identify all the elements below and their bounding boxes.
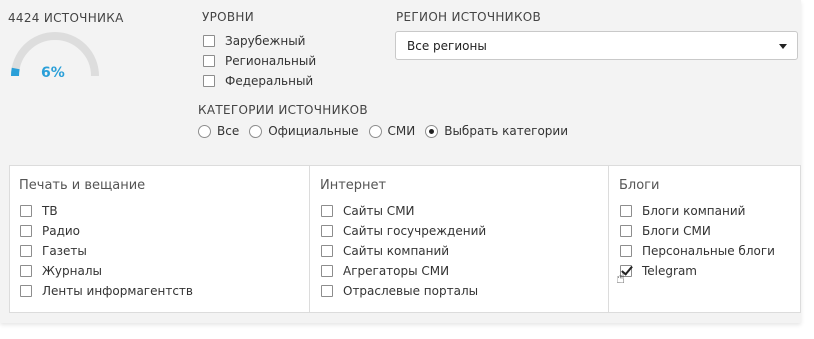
group-print-broadcast-title: Печать и вещание bbox=[19, 178, 146, 193]
radio-all[interactable]: Все bbox=[198, 124, 239, 138]
categories-title: КАТЕГОРИИ ИСТОЧНИКОВ bbox=[198, 103, 368, 117]
checkbox-icon[interactable] bbox=[321, 205, 333, 217]
hand-pointer-icon: ☝ bbox=[616, 269, 626, 287]
caret-down-icon bbox=[779, 44, 787, 49]
group-blogs: Блоги Блоги компаний Блоги СМИ Персональ… bbox=[608, 166, 800, 312]
checkbox-icon[interactable] bbox=[620, 245, 632, 257]
checkbox-icon[interactable] bbox=[203, 75, 215, 87]
radio-media-label: СМИ bbox=[387, 124, 416, 138]
checkbox-icon[interactable] bbox=[321, 245, 333, 257]
radio-icon[interactable] bbox=[198, 124, 211, 138]
radio-all-label: Все bbox=[217, 124, 240, 138]
checkbox-icon[interactable] bbox=[321, 225, 333, 237]
checkbox-icon[interactable] bbox=[203, 35, 215, 47]
category-label: Радио bbox=[42, 224, 81, 238]
category-telegram-checkbox[interactable]: Telegram bbox=[620, 264, 697, 278]
category-aggregators-checkbox[interactable]: Агрегаторы СМИ bbox=[321, 264, 449, 278]
group-blogs-title: Блоги bbox=[619, 178, 660, 193]
category-tv-checkbox[interactable]: ТВ bbox=[20, 204, 58, 218]
category-label: Персональные блоги bbox=[642, 244, 775, 258]
category-label: Сайты госучреждений bbox=[343, 224, 487, 238]
radio-choose-categories[interactable]: Выбрать категории bbox=[425, 124, 568, 138]
checkbox-icon[interactable] bbox=[20, 225, 32, 237]
category-news-agencies-checkbox[interactable]: Ленты информагентств bbox=[20, 284, 193, 298]
category-label: Журналы bbox=[42, 264, 102, 278]
checkbox-icon[interactable] bbox=[20, 265, 32, 277]
group-internet-title: Интернет bbox=[320, 178, 387, 193]
radio-selected-icon[interactable] bbox=[425, 124, 439, 138]
group-print-broadcast: Печать и вещание ТВ Радио Газеты Журналы bbox=[10, 166, 309, 312]
checkbox-icon[interactable] bbox=[20, 205, 32, 217]
radio-official-label: Официальные bbox=[268, 124, 359, 138]
checkbox-icon[interactable] bbox=[203, 55, 215, 67]
checkbox-icon[interactable] bbox=[20, 245, 32, 257]
radio-media[interactable]: СМИ bbox=[368, 124, 416, 138]
checkbox-icon[interactable] bbox=[620, 205, 632, 217]
category-media-blogs-checkbox[interactable]: Блоги СМИ bbox=[620, 224, 711, 238]
category-label: Сайты СМИ bbox=[343, 204, 415, 218]
radio-icon[interactable] bbox=[249, 124, 263, 138]
category-company-sites-checkbox[interactable]: Сайты компаний bbox=[321, 244, 449, 258]
category-company-blogs-checkbox[interactable]: Блоги компаний bbox=[620, 204, 745, 218]
category-label: Ленты информагентств bbox=[42, 284, 193, 298]
level-foreign-checkbox[interactable]: Зарубежный bbox=[203, 34, 305, 48]
category-label: Отраслевые порталы bbox=[343, 284, 479, 298]
source-filter-card: 4424 ИСТОЧНИКА 6% УРОВНИ Зарубежный Реги… bbox=[0, 0, 801, 323]
checkbox-icon[interactable] bbox=[321, 285, 333, 297]
level-federal-label: Федеральный bbox=[225, 74, 314, 88]
levels-title: УРОВНИ bbox=[202, 10, 255, 24]
category-personal-blogs-checkbox[interactable]: Персональные блоги bbox=[620, 244, 775, 258]
category-industry-portals-checkbox[interactable]: Отраслевые порталы bbox=[321, 284, 478, 298]
category-media-sites-checkbox[interactable]: Сайты СМИ bbox=[321, 204, 415, 218]
checkbox-icon[interactable] bbox=[20, 285, 32, 297]
radio-choose-categories-label: Выбрать категории bbox=[444, 124, 569, 138]
level-foreign-label: Зарубежный bbox=[225, 34, 306, 48]
coverage-percent: 6% bbox=[41, 65, 65, 81]
radio-icon[interactable] bbox=[368, 124, 382, 138]
category-groups-panel: Печать и вещание ТВ Радио Газеты Журналы bbox=[9, 165, 801, 313]
checkbox-icon[interactable] bbox=[321, 265, 333, 277]
category-label: Газеты bbox=[42, 244, 87, 258]
level-regional-checkbox[interactable]: Региональный bbox=[203, 54, 316, 68]
sources-count-label: 4424 ИСТОЧНИКА bbox=[8, 11, 124, 25]
level-regional-label: Региональный bbox=[225, 54, 317, 68]
category-label: Блоги компаний bbox=[642, 204, 746, 218]
categories-radio-group: Все Официальные СМИ Выбрать категории bbox=[198, 124, 578, 138]
region-select-value: Все регионы bbox=[407, 39, 487, 53]
region-title: РЕГИОН ИСТОЧНИКОВ bbox=[396, 10, 542, 24]
category-label: ТВ bbox=[42, 204, 58, 218]
category-gov-sites-checkbox[interactable]: Сайты госучреждений bbox=[321, 224, 486, 238]
category-magazines-checkbox[interactable]: Журналы bbox=[20, 264, 102, 278]
category-label: Блоги СМИ bbox=[642, 224, 711, 238]
category-radio-checkbox[interactable]: Радио bbox=[20, 224, 80, 238]
group-internet: Интернет Сайты СМИ Сайты госучреждений С… bbox=[309, 166, 608, 312]
category-label: Агрегаторы СМИ bbox=[343, 264, 450, 278]
level-federal-checkbox[interactable]: Федеральный bbox=[203, 74, 313, 88]
category-label: Сайты компаний bbox=[343, 244, 450, 258]
checkbox-icon[interactable] bbox=[620, 225, 632, 237]
category-newspapers-checkbox[interactable]: Газеты bbox=[20, 244, 87, 258]
radio-official[interactable]: Официальные bbox=[249, 124, 359, 138]
region-select[interactable]: Все регионы bbox=[395, 31, 798, 60]
category-label: Telegram bbox=[642, 264, 697, 278]
